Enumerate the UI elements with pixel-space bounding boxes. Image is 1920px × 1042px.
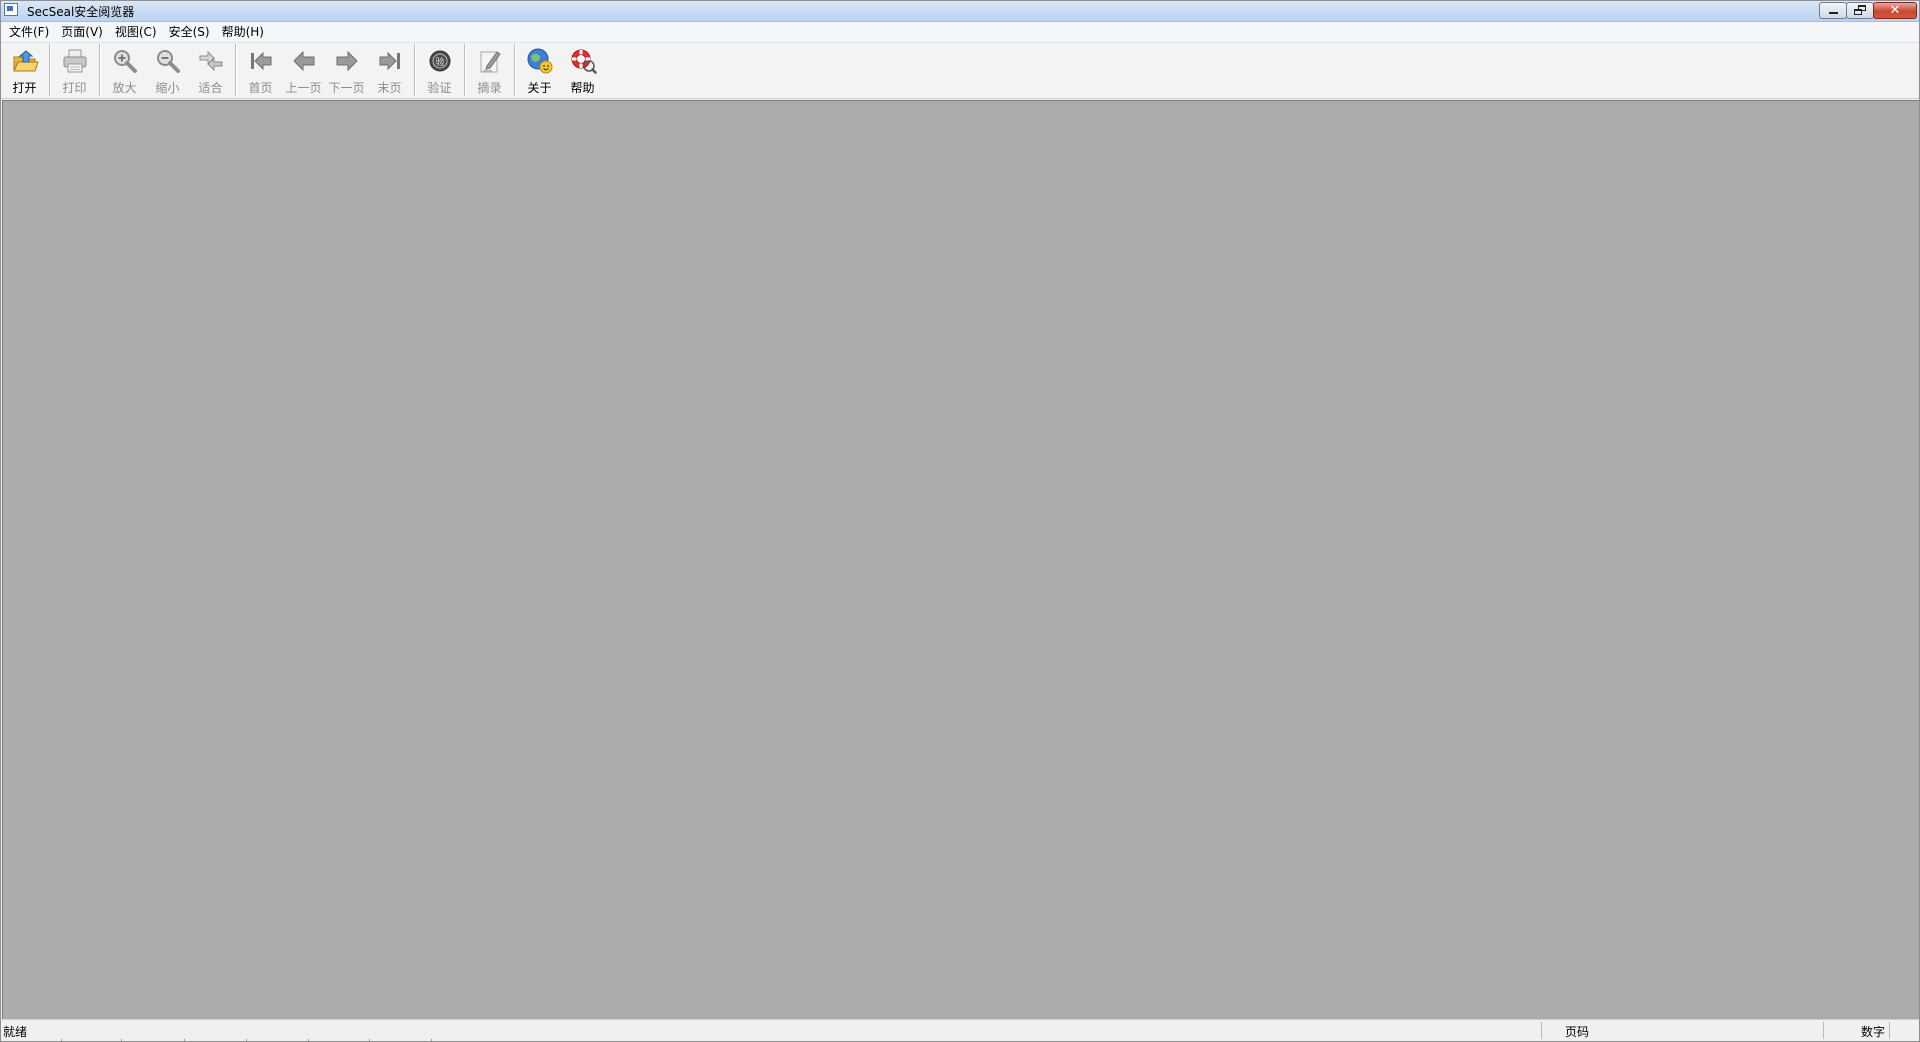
close-icon: ✕ <box>1889 3 1901 18</box>
print-label: 打印 <box>62 81 87 95</box>
status-divider <box>1823 1022 1824 1039</box>
print-button[interactable]: 打印 <box>53 43 96 97</box>
status-bar: 就绪 页码 数字 <box>1 1019 1919 1041</box>
zoom-in-button[interactable]: 放大 <box>103 43 146 97</box>
menu-help[interactable]: 帮助(H) <box>216 22 270 42</box>
last-page-icon <box>376 47 404 75</box>
title-bar[interactable]: SecSeal安全阅览器 ✕ <box>1 1 1919 22</box>
zoom-in-icon <box>111 47 139 75</box>
svg-text:验: 验 <box>435 56 444 68</box>
status-progress-ticks <box>1 1039 501 1041</box>
minimize-button[interactable] <box>1819 2 1847 19</box>
zoom-out-icon <box>154 47 182 75</box>
toolbar: 打开 打印 放大 缩小 适合 首页 上一页 下一页 末页 验 验证 摘录 关于 … <box>1 43 1919 99</box>
help-label: 帮助 <box>570 81 595 95</box>
window-title: SecSeal安全阅览器 <box>27 5 135 19</box>
menu-page[interactable]: 页面(V) <box>55 22 109 42</box>
first-page-icon <box>247 47 275 75</box>
menu-file[interactable]: 文件(F) <box>3 22 55 42</box>
fit-label: 适合 <box>198 81 223 95</box>
toolbar-separator <box>464 44 465 96</box>
last-page-label: 末页 <box>377 81 402 95</box>
last-page-button[interactable]: 末页 <box>368 43 411 97</box>
app-icon[interactable] <box>4 3 18 16</box>
menu-view[interactable]: 视图(C) <box>109 22 163 42</box>
first-page-label: 首页 <box>248 81 273 95</box>
app-window: SecSeal安全阅览器 ✕ 文件(F) 页面(V) 视图(C) 安全(S) 帮… <box>0 0 1920 1042</box>
toolbar-separator <box>414 44 415 96</box>
window-controls: ✕ <box>1819 2 1917 19</box>
toolbar-separator <box>99 44 100 96</box>
prev-page-label: 上一页 <box>285 81 322 95</box>
menu-bar: 文件(F) 页面(V) 视图(C) 安全(S) 帮助(H) <box>1 22 1919 43</box>
open-label: 打开 <box>12 81 37 95</box>
excerpt-button[interactable]: 摘录 <box>468 43 511 97</box>
help-lifebuoy-icon <box>569 47 597 75</box>
fit-button[interactable]: 适合 <box>189 43 232 97</box>
verify-button[interactable]: 验 验证 <box>418 43 461 97</box>
about-label: 关于 <box>527 81 552 95</box>
zoom-out-label: 缩小 <box>155 81 180 95</box>
fit-icon <box>197 47 225 75</box>
next-page-button[interactable]: 下一页 <box>325 43 368 97</box>
toolbar-separator <box>49 44 50 96</box>
next-page-label: 下一页 <box>328 81 365 95</box>
about-globe-icon <box>526 47 554 75</box>
document-area[interactable] <box>2 100 1919 1021</box>
status-page-label: 页码 <box>1565 1025 1590 1039</box>
status-divider <box>1541 1022 1542 1039</box>
verify-label: 验证 <box>427 81 452 95</box>
menu-security[interactable]: 安全(S) <box>163 22 216 42</box>
status-divider <box>1889 1022 1890 1039</box>
first-page-button[interactable]: 首页 <box>239 43 282 97</box>
restore-icon <box>1854 9 1862 15</box>
minimize-icon <box>1829 12 1838 14</box>
verify-seal-icon: 验 <box>426 47 454 75</box>
close-button[interactable]: ✕ <box>1873 2 1917 19</box>
help-button[interactable]: 帮助 <box>561 43 604 97</box>
excerpt-pen-icon <box>476 47 504 75</box>
prev-page-icon <box>290 47 318 75</box>
zoom-in-label: 放大 <box>112 81 137 95</box>
printer-icon <box>61 47 89 75</box>
zoom-out-button[interactable]: 缩小 <box>146 43 189 97</box>
open-button[interactable]: 打开 <box>3 43 46 97</box>
status-text: 就绪 <box>3 1025 28 1039</box>
excerpt-label: 摘录 <box>477 81 502 95</box>
next-page-icon <box>333 47 361 75</box>
toolbar-separator <box>235 44 236 96</box>
restore-button[interactable] <box>1846 2 1874 19</box>
status-num-indicator: 数字 <box>1861 1025 1886 1039</box>
prev-page-button[interactable]: 上一页 <box>282 43 325 97</box>
toolbar-separator <box>514 44 515 96</box>
open-folder-icon <box>11 47 39 75</box>
about-button[interactable]: 关于 <box>518 43 561 97</box>
